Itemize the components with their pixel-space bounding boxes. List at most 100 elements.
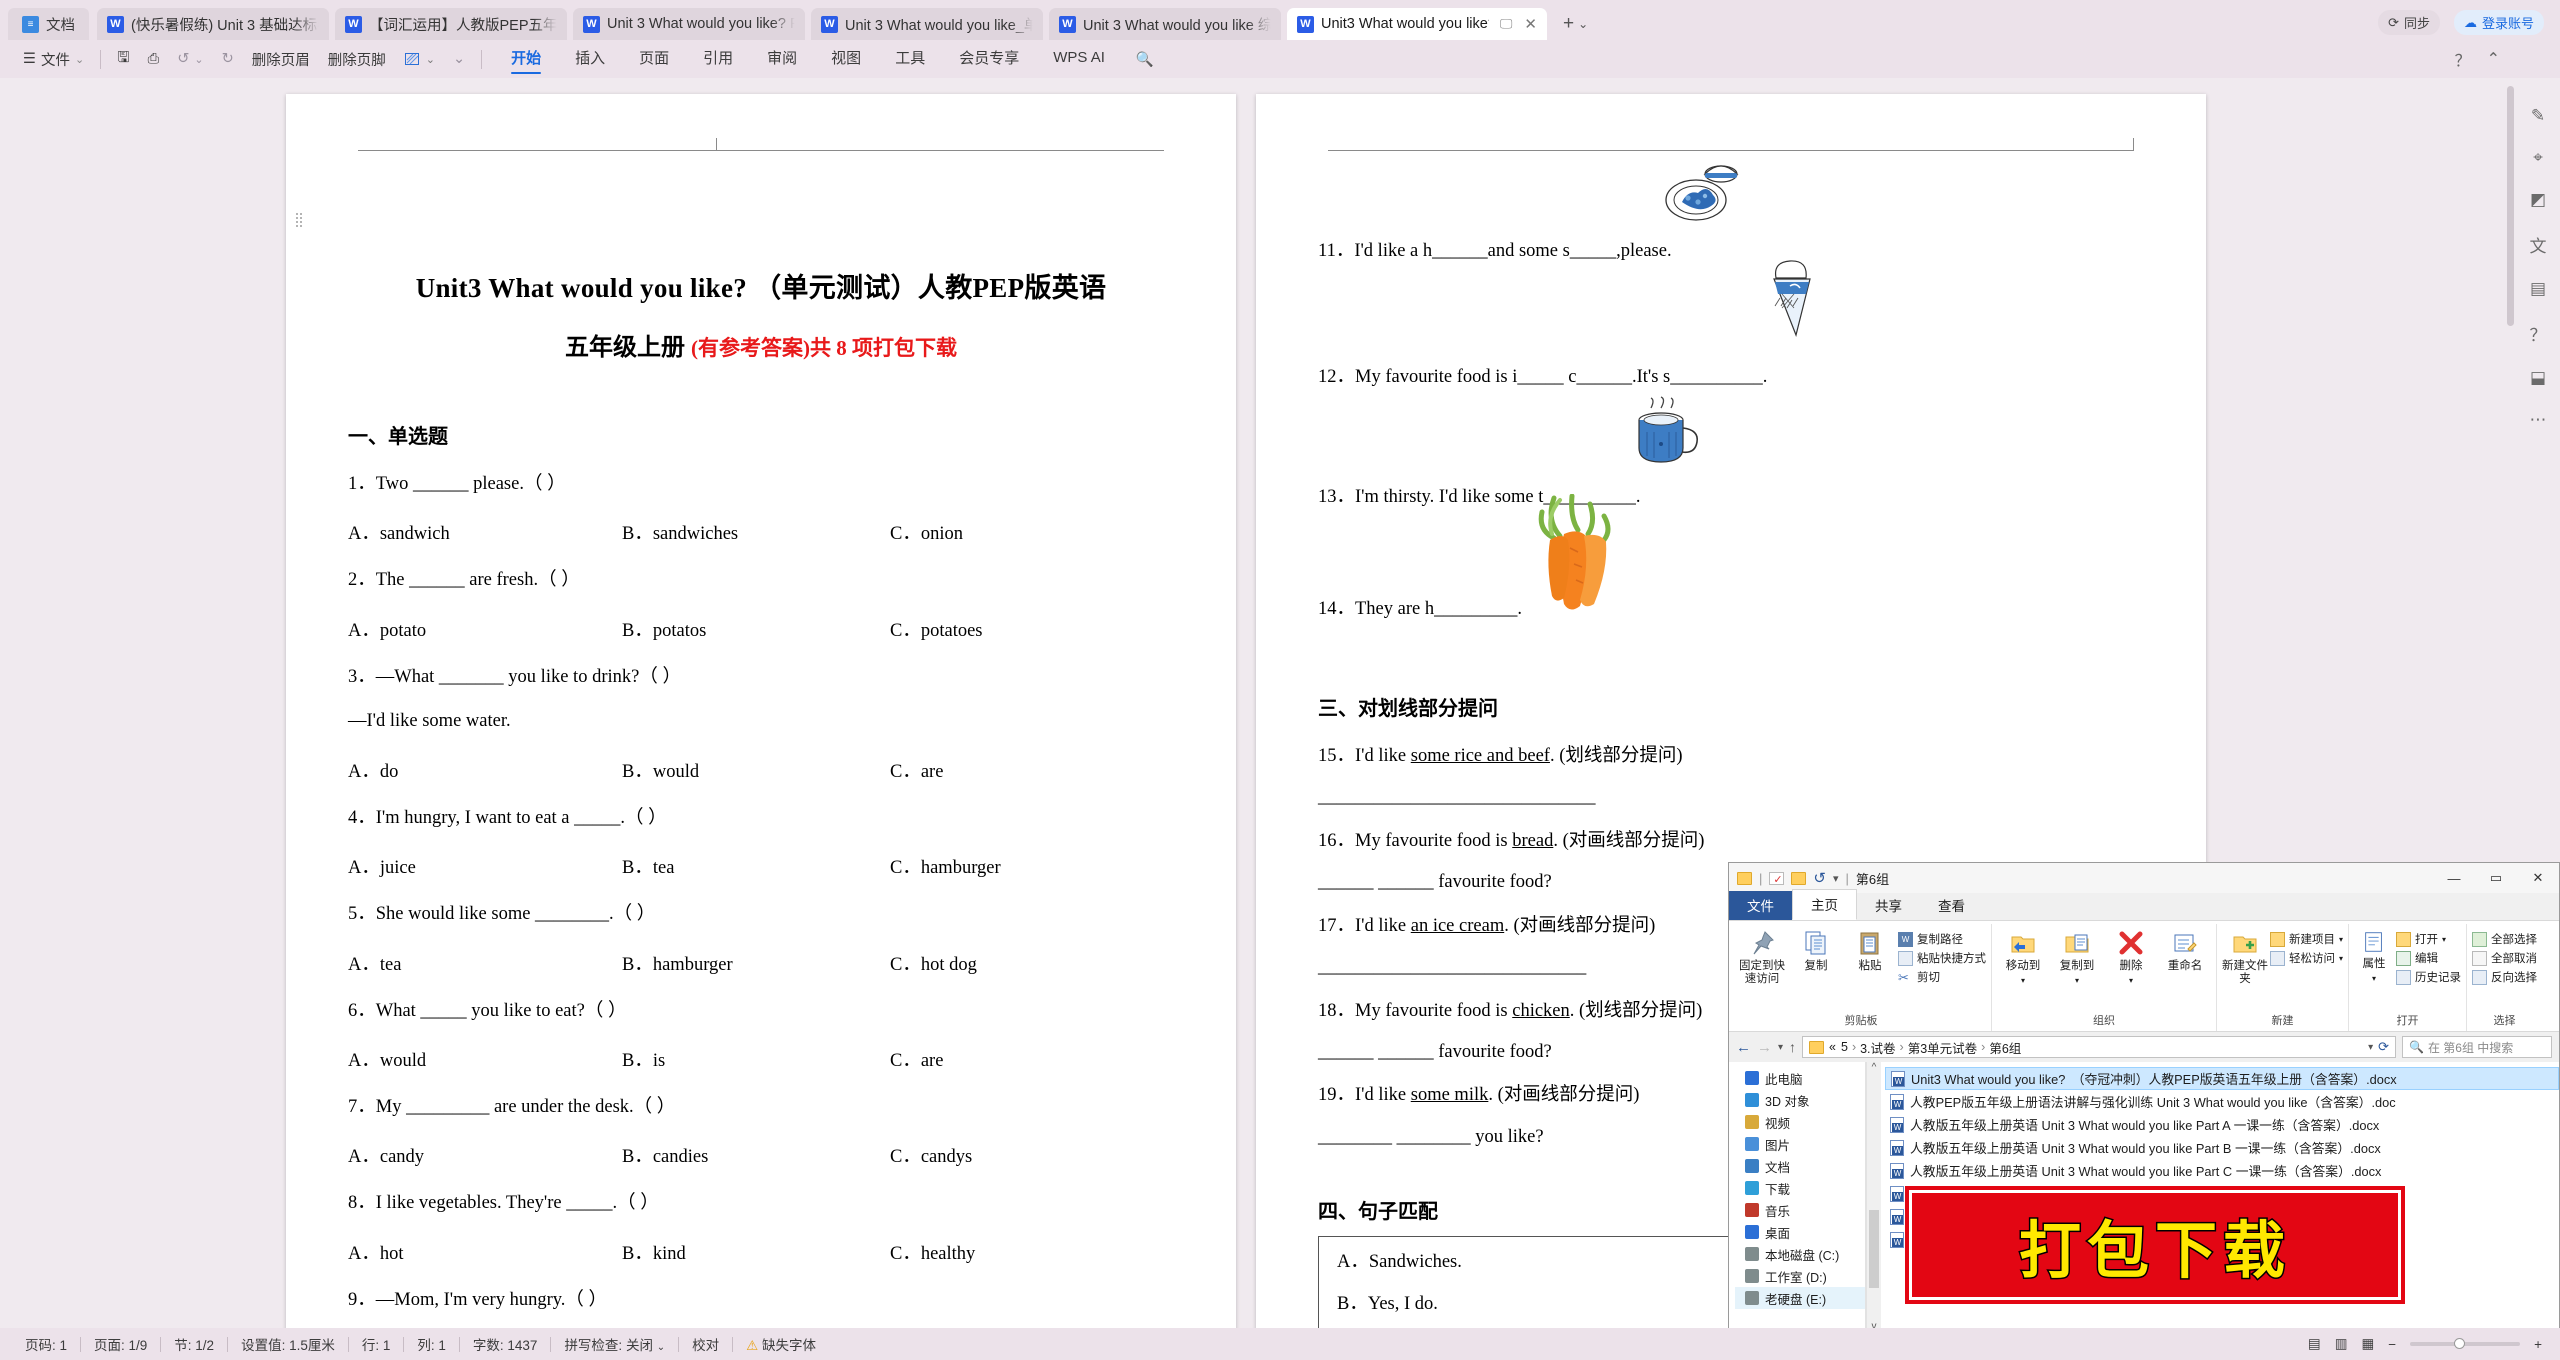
search-button[interactable]: 🔍 — [1127, 45, 1163, 73]
save-button[interactable]: 🖫 — [108, 45, 138, 73]
preview-icon[interactable]: 🖵 — [1500, 16, 1513, 32]
ribbon-tab-4[interactable]: 审阅 — [751, 44, 813, 74]
ribbon-tab-0[interactable]: 开始 — [495, 44, 557, 74]
paste-shortcut-button[interactable]: 粘贴快捷方式 — [1898, 950, 1986, 966]
paste-button[interactable]: 粘贴 — [1844, 927, 1896, 973]
ribbon-tab-3[interactable]: 引用 — [687, 44, 749, 74]
invert-selection-button[interactable]: 反向选择 — [2472, 969, 2537, 985]
pen-icon[interactable]: ✎ — [2531, 106, 2545, 126]
close-button[interactable]: ✕ — [2517, 863, 2559, 893]
help-icon[interactable]: ？ — [2455, 47, 2471, 71]
status-item-0[interactable]: 页码: 1 — [12, 1334, 80, 1354]
explorer-tab-1[interactable]: 主页 — [1792, 889, 1857, 920]
document-tab-5[interactable]: W Unit3 What would you like? 🖵 ✕ — [1287, 8, 1547, 40]
status-item-8[interactable]: 校对 — [679, 1334, 732, 1354]
status-item-7[interactable]: 拼写检查: 关闭 ⌄ — [551, 1334, 678, 1354]
document-tab-2[interactable]: W Unit 3 What would you like? Part — [573, 8, 805, 40]
delete-footer-button[interactable]: 删除页脚 — [319, 45, 395, 73]
nav-item-5[interactable]: 下载 — [1735, 1177, 1865, 1199]
history-button[interactable]: 历史记录 — [2396, 969, 2461, 985]
move-to-button[interactable]: 移动到 ▾ — [1997, 927, 2049, 985]
recent-locations-icon[interactable]: ▾ — [1778, 1042, 1783, 1053]
ribbon-tab-1[interactable]: 插入 — [559, 44, 621, 74]
select-all-button[interactable]: 全部选择 — [2472, 931, 2537, 947]
open-button[interactable]: 打开 ▾ — [2396, 931, 2461, 947]
new-tab-button[interactable]: + ⌄ — [1553, 8, 1598, 40]
sidebar-icon[interactable]: ▤ — [2530, 279, 2546, 299]
delete-header-button[interactable]: 删除页眉 — [243, 45, 319, 73]
explorer-tab-3[interactable]: 查看 — [1920, 891, 1983, 920]
explorer-tab-0[interactable]: 文件 — [1729, 891, 1792, 920]
file-row-1[interactable]: 人教PEP版五年级上册语法讲解与强化训练 Unit 3 What would y… — [1885, 1090, 2559, 1113]
ribbon-tab-5[interactable]: 视图 — [815, 44, 877, 74]
search-input[interactable]: 🔍 在 第6组 中搜索 — [2402, 1036, 2552, 1058]
document-tab-1[interactable]: W 【词汇运用】人教版PEP五年级上册英 — [335, 8, 567, 40]
edit-button[interactable]: 编辑 — [2396, 950, 2461, 966]
file-row-0[interactable]: Unit3 What would you like? （夺冠冲刺）人教PEP版英… — [1885, 1067, 2559, 1090]
back-icon[interactable]: ← — [1736, 1039, 1751, 1056]
new-item-button[interactable]: 新建项目 ▾ — [2270, 931, 2343, 947]
scrollbar-thumb[interactable] — [2507, 86, 2514, 326]
help-icon[interactable]: ？ — [2530, 321, 2547, 346]
translate-icon[interactable]: 文 — [2530, 232, 2547, 257]
status-item-3[interactable]: 设置值: 1.5厘米 — [228, 1334, 348, 1354]
breadcrumb-item-0[interactable]: 5 — [1841, 1040, 1848, 1054]
nav-item-8[interactable]: 本地磁盘 (C:) — [1735, 1243, 1865, 1265]
nav-scrollbar[interactable]: ^ v — [1866, 1062, 1881, 1334]
copy-path-button[interactable]: W 复制路径 — [1898, 931, 1986, 947]
forward-icon[interactable]: → — [1757, 1039, 1772, 1056]
documents-chip[interactable]: ≡ 文档 — [8, 8, 89, 40]
file-row-4[interactable]: 人教版五年级上册英语 Unit 3 What would you like Pa… — [1885, 1159, 2559, 1182]
ribbon-tab-6[interactable]: 工具 — [879, 44, 941, 74]
breadcrumb-item-1[interactable]: 3.试卷 — [1860, 1038, 1895, 1057]
new-folder-icon[interactable] — [1791, 871, 1807, 885]
nav-item-7[interactable]: 桌面 — [1735, 1221, 1865, 1243]
paragraph-drag-handle[interactable] — [295, 212, 304, 229]
nav-item-0[interactable]: 此电脑 — [1735, 1067, 1865, 1089]
nav-item-10[interactable]: 老硬盘 (E:) — [1735, 1287, 1865, 1309]
scroll-up-icon[interactable]: ^ — [1867, 1062, 1881, 1073]
view-mode-web-icon[interactable]: ▥ — [2335, 1336, 2348, 1352]
print-button[interactable]: ⎙ — [139, 45, 169, 73]
undo-button[interactable]: ↺ ⌄ — [168, 45, 212, 73]
refresh-icon[interactable]: ⟳ — [2378, 1039, 2389, 1055]
nav-item-3[interactable]: 图片 — [1735, 1133, 1865, 1155]
shapes-icon[interactable]: ◩ — [2530, 190, 2546, 210]
zoom-out-button[interactable]: − — [2388, 1337, 2396, 1352]
properties-button[interactable]: 属性 ▾ — [2354, 927, 2394, 983]
customize-caret-icon[interactable]: ▾ — [1833, 872, 1839, 885]
more-icon[interactable]: ⋯ — [2530, 410, 2547, 430]
rename-button[interactable]: 重命名 — [2159, 927, 2211, 973]
document-tab-0[interactable]: W (快乐暑假练) Unit 3 基础达标卷 小 — [97, 8, 329, 40]
ribbon-tab-2[interactable]: 页面 — [623, 44, 685, 74]
minimize-button[interactable]: — — [2433, 863, 2475, 893]
ribbon-tab-7[interactable]: 会员专享 — [943, 44, 1035, 74]
login-button[interactable]: ☁ 登录账号 — [2453, 10, 2544, 35]
status-item-6[interactable]: 字数: 1437 — [460, 1334, 551, 1354]
nav-item-4[interactable]: 文档 — [1735, 1155, 1865, 1177]
file-row-3[interactable]: 人教版五年级上册英语 Unit 3 What would you like Pa… — [1885, 1136, 2559, 1159]
status-item-5[interactable]: 列: 1 — [404, 1334, 459, 1354]
more-quick-access-button[interactable]: ⌄ — [444, 45, 474, 73]
export-icon[interactable]: ⬓ — [2530, 368, 2546, 388]
zoom-slider[interactable] — [2410, 1338, 2521, 1349]
explorer-tab-2[interactable]: 共享 — [1857, 891, 1920, 920]
redo-button[interactable]: ↻ — [213, 45, 243, 73]
copy-button[interactable]: 复制 — [1790, 927, 1842, 973]
status-item-2[interactable]: 节: 1/2 — [161, 1334, 227, 1354]
collapse-ribbon-icon[interactable]: ⌃ — [2487, 49, 2500, 69]
highlight-button[interactable]: ⌄ — [395, 45, 444, 73]
delete-button[interactable]: 删除 ▾ — [2105, 927, 2157, 985]
document-tab-3[interactable]: W Unit 3 What would you like_单元复 — [811, 8, 1043, 40]
properties-icon[interactable]: ✓ — [1769, 871, 1785, 886]
undo-icon[interactable]: ↺ — [1813, 869, 1826, 887]
breadcrumb-item-2[interactable]: 第3单元试卷 — [1908, 1038, 1977, 1057]
select-icon[interactable]: ⌖ — [2533, 148, 2543, 168]
nav-item-1[interactable]: 3D 对象 — [1735, 1089, 1865, 1111]
copy-to-button[interactable]: 复制到 ▾ — [2051, 927, 2103, 985]
chevron-down-icon[interactable]: ▾ — [2368, 1042, 2373, 1053]
close-icon[interactable]: ✕ — [1524, 15, 1537, 33]
scrollbar-thumb[interactable] — [1869, 1210, 1879, 1288]
view-mode-print-icon[interactable]: ▤ — [2308, 1336, 2321, 1352]
status-item-1[interactable]: 页面: 1/9 — [81, 1334, 160, 1354]
